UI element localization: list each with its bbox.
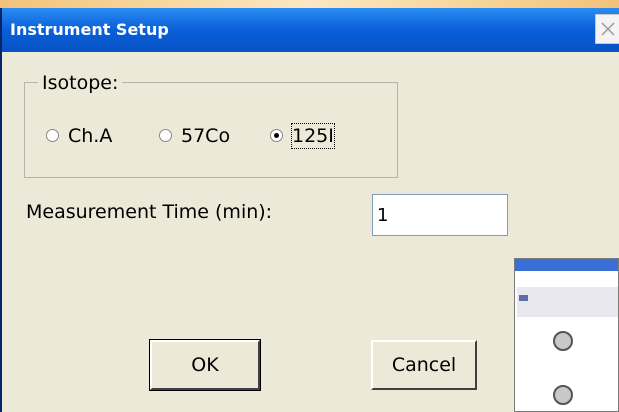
dialog-titlebar[interactable]: Instrument Setup bbox=[2, 8, 619, 52]
cancel-button[interactable]: Cancel bbox=[371, 340, 477, 390]
background-window-menu bbox=[515, 273, 618, 283]
sample-well-icon bbox=[553, 331, 573, 351]
radio-ch-a-circle[interactable] bbox=[46, 129, 59, 142]
background-window-titlebar bbox=[515, 259, 618, 271]
measurement-time-label: Measurement Time (min): bbox=[26, 201, 273, 223]
measurement-time-input[interactable]: 1 bbox=[372, 194, 508, 236]
radio-ch-a-label[interactable]: Ch.A bbox=[68, 124, 112, 148]
ok-button[interactable]: OK bbox=[149, 339, 261, 391]
background-window-thumbnail bbox=[514, 258, 619, 412]
radio-57co-label[interactable]: 57Co bbox=[181, 124, 230, 148]
radio-125i-label[interactable]: 125I bbox=[291, 123, 335, 149]
close-x-icon bbox=[601, 22, 615, 36]
radio-57co-circle[interactable] bbox=[159, 129, 172, 142]
status-icon bbox=[519, 295, 528, 301]
background-window-status bbox=[517, 287, 618, 317]
radio-125i-circle[interactable] bbox=[270, 129, 283, 142]
sample-well-icon bbox=[553, 385, 573, 405]
close-button[interactable] bbox=[595, 14, 619, 44]
isotope-group-label: Isotope: bbox=[38, 72, 123, 94]
dialog-title: Instrument Setup bbox=[10, 20, 169, 39]
